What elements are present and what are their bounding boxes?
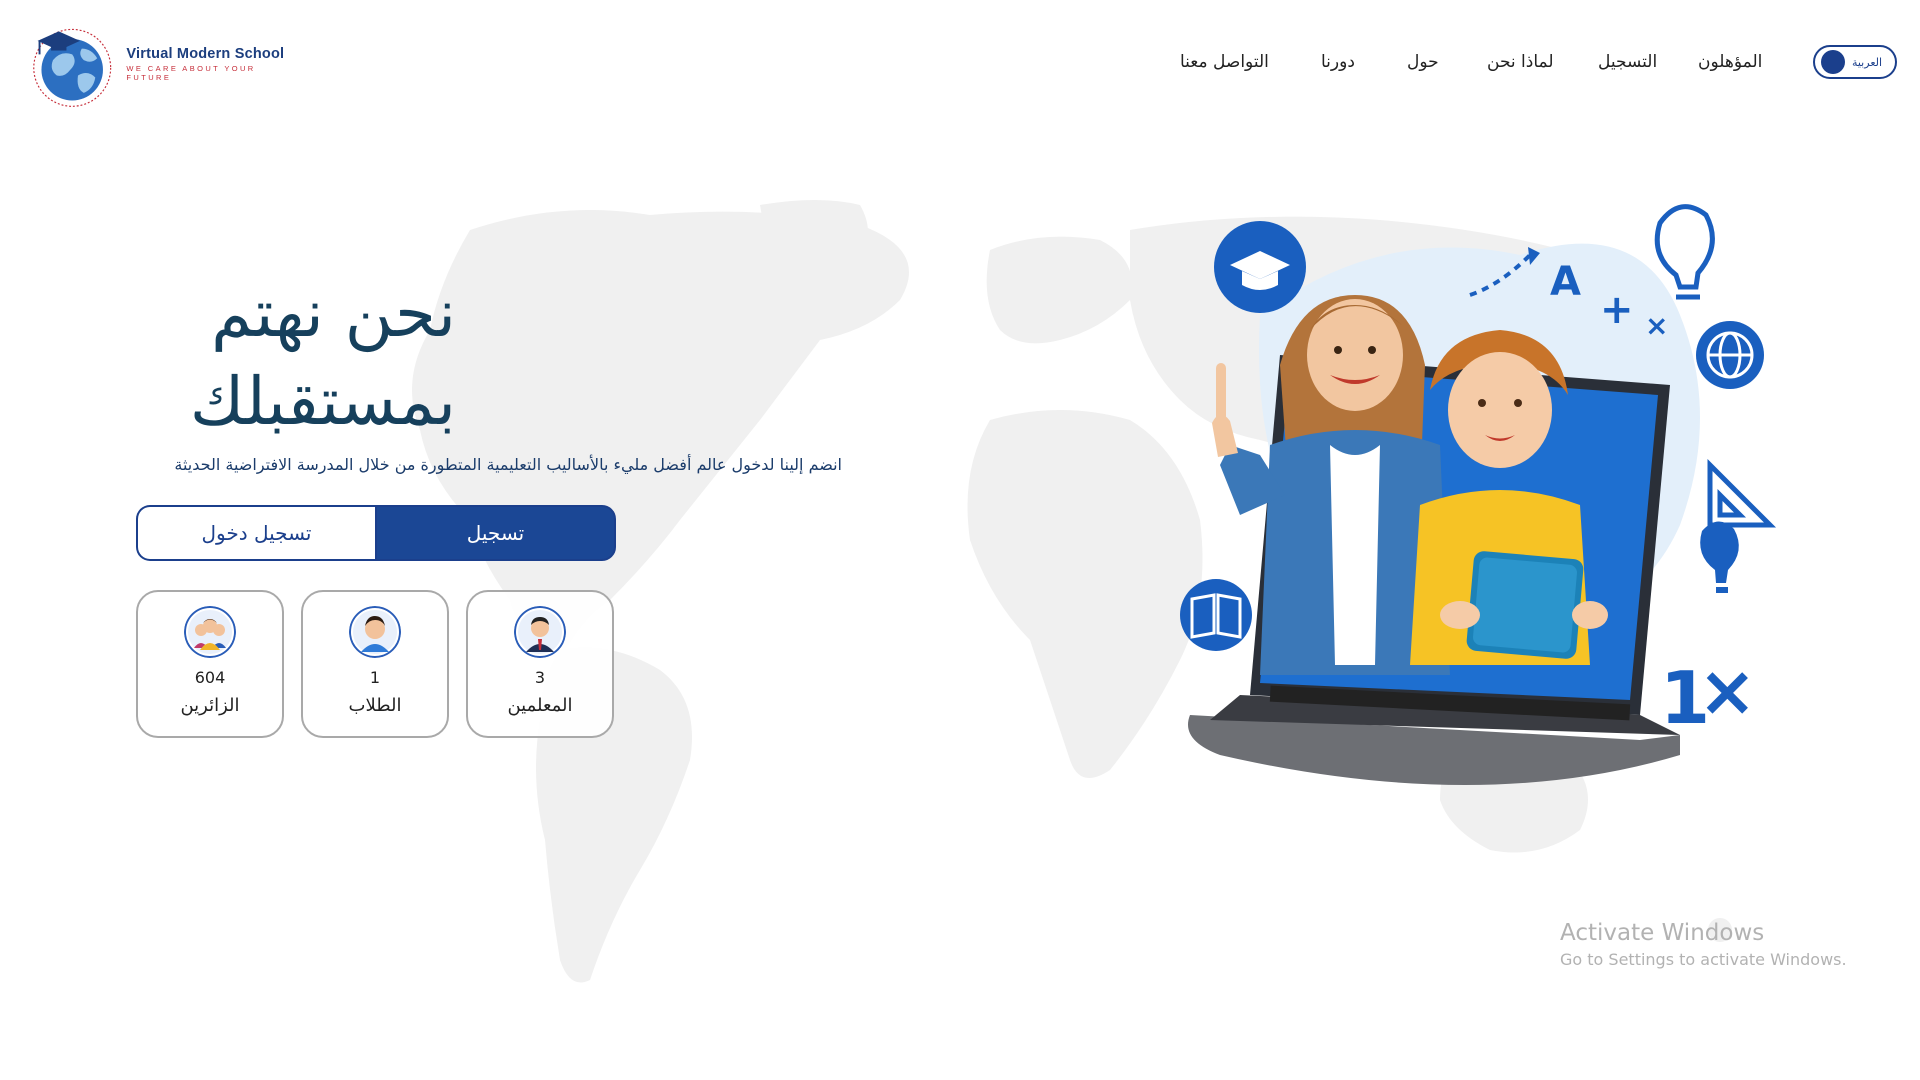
students-label: الطلاب bbox=[348, 695, 402, 716]
teachers-card: 3 المعلمين bbox=[466, 590, 614, 738]
nav-qualified[interactable]: المؤهلون bbox=[1698, 52, 1762, 72]
lightbulb-small-icon bbox=[1700, 521, 1739, 593]
stats-cards: 604 الزائرين 1 الطلاب 3 المعلمين bbox=[136, 590, 616, 740]
nav-our-role[interactable]: دورنا bbox=[1321, 52, 1355, 72]
nav-contact[interactable]: التواصل معنا bbox=[1180, 52, 1269, 72]
teacher-icon bbox=[514, 606, 566, 658]
auth-buttons: تسجيل دخول تسجيل bbox=[136, 505, 616, 561]
nav-why-us[interactable]: لماذا نحن bbox=[1487, 52, 1554, 72]
login-button[interactable]: تسجيل دخول bbox=[136, 505, 375, 561]
teachers-count: 3 bbox=[534, 668, 546, 687]
svg-text:×: × bbox=[1645, 309, 1668, 342]
visitors-label: الزائرين bbox=[180, 695, 240, 716]
watermark-subtitle: Go to Settings to activate Windows. bbox=[1560, 950, 1847, 969]
student-icon bbox=[349, 606, 401, 658]
svg-text:+: + bbox=[1600, 287, 1634, 333]
watermark-title: Activate Windows bbox=[1560, 920, 1765, 946]
hero-illustration: A + × 1 × bbox=[1180, 204, 1777, 785]
svg-text:×: × bbox=[1698, 650, 1757, 732]
main-nav: المؤهلون التسجيل لماذا نحن حول دورنا الت… bbox=[0, 52, 1920, 82]
students-card: 1 الطلاب bbox=[301, 590, 449, 738]
hero-title: نحن نهتم بمستقبلك bbox=[136, 270, 456, 446]
register-button[interactable]: تسجيل bbox=[375, 505, 616, 561]
globe-icon bbox=[1696, 321, 1764, 389]
open-book-icon bbox=[1180, 579, 1252, 651]
hero-title-line1: نحن نهتم bbox=[211, 275, 456, 352]
windows-activation-watermark: Activate Windows Go to Settings to activ… bbox=[1560, 920, 1847, 969]
hero-subtitle: انضم إلينا لدخول عالم أفضل مليء بالأسالي… bbox=[174, 455, 842, 474]
visitors-icon bbox=[184, 606, 236, 658]
graduation-cap-icon bbox=[1214, 221, 1306, 313]
svg-text:A: A bbox=[1550, 259, 1581, 305]
students-count: 1 bbox=[369, 668, 381, 687]
lightbulb-icon bbox=[1654, 204, 1715, 300]
triangle-ruler-icon bbox=[1707, 458, 1777, 528]
visitors-card: 604 الزائرين bbox=[136, 590, 284, 738]
nav-register[interactable]: التسجيل bbox=[1598, 52, 1657, 72]
nav-about[interactable]: حول bbox=[1407, 52, 1439, 72]
visitors-count: 604 bbox=[194, 668, 226, 687]
teachers-label: المعلمين bbox=[507, 695, 573, 716]
hero-title-line2: بمستقبلك bbox=[189, 363, 456, 440]
